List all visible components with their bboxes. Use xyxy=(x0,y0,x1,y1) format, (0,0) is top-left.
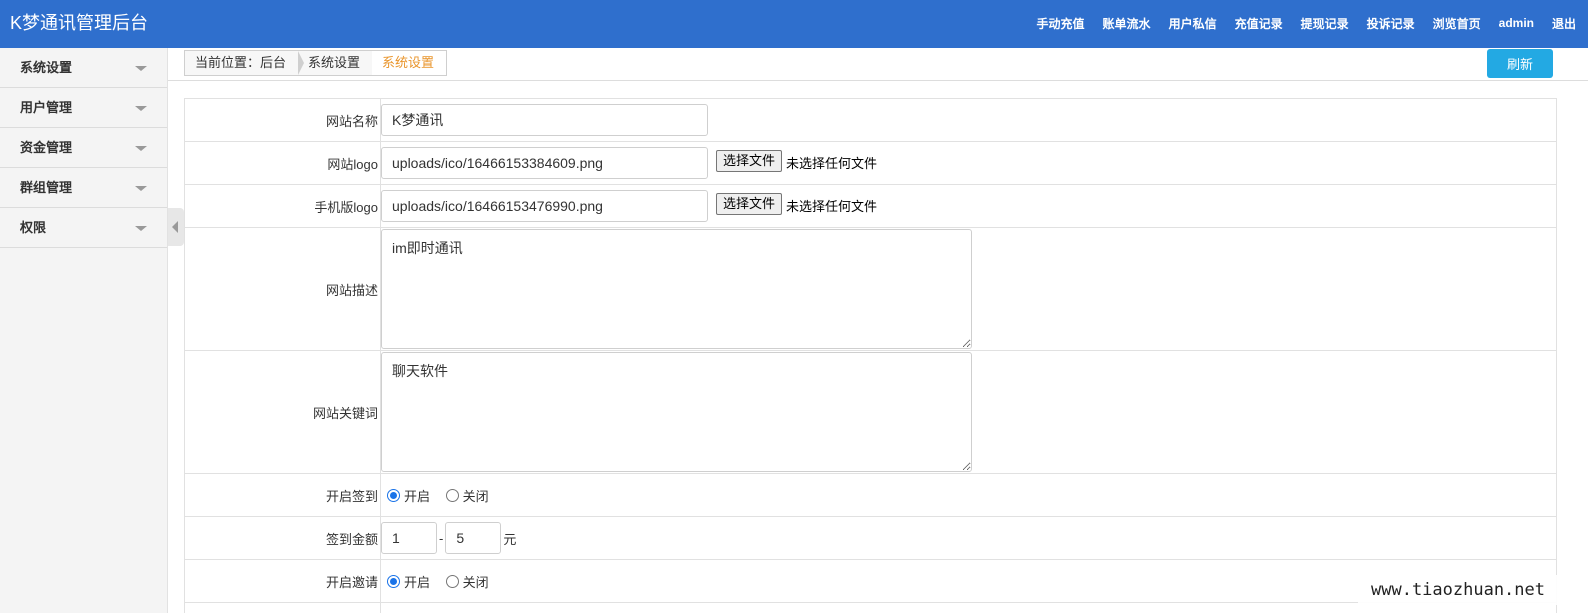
field-label: 开启邀请 xyxy=(184,559,381,603)
sidebar-item-group-management[interactable]: 群组管理 xyxy=(0,168,167,208)
breadcrumb: 当前位置：后台 系统设置 系统设置 xyxy=(184,50,448,76)
form-row-checkin-amount: 签到金额 - 元 xyxy=(184,516,1557,560)
nav-recharge-records[interactable]: 充值记录 xyxy=(1235,15,1283,32)
form-row-site-keywords: 网站关键词 聊天软件 xyxy=(184,350,1557,474)
invite-off-radio[interactable] xyxy=(445,574,459,588)
breadcrumb-current-location: 当前位置：后台 xyxy=(185,51,305,75)
sidebar-collapse-handle[interactable] xyxy=(168,208,184,246)
currency-unit: 元 xyxy=(503,531,517,547)
form-row-checkin: 开启签到 开启 关闭 xyxy=(184,473,1557,517)
form-row-site-logo: 网站logo 选择文件未选择任何文件 xyxy=(184,141,1557,185)
nav-logout[interactable]: 退出 xyxy=(1552,15,1576,32)
site-description-textarea[interactable]: im即时通讯 xyxy=(381,229,972,349)
chevron-down-icon xyxy=(135,66,147,71)
chevron-down-icon xyxy=(135,146,147,151)
field-label: 开启签到 xyxy=(184,473,381,517)
divider xyxy=(168,80,1588,81)
form-row-invite: 开启邀请 开启 关闭 xyxy=(184,559,1557,603)
checkin-max-amount-input[interactable] xyxy=(445,522,502,554)
choose-file-button[interactable]: 选择文件 xyxy=(716,193,783,215)
nav-bill-flow[interactable]: 账单流水 xyxy=(1103,15,1151,32)
choose-file-button[interactable]: 选择文件 xyxy=(716,150,783,172)
nav-browse-home[interactable]: 浏览首页 xyxy=(1433,15,1481,32)
radio-label: 关闭 xyxy=(462,574,489,590)
sidebar-item-label: 资金管理 xyxy=(20,140,73,155)
radio-label: 开启 xyxy=(404,488,431,504)
watermark: www.tiaozhuan.net xyxy=(1358,575,1558,605)
nav-complaint-records[interactable]: 投诉记录 xyxy=(1367,15,1415,32)
form-row-mobile-logo: 手机版logo 选择文件未选择任何文件 xyxy=(184,184,1557,228)
file-status-text: 未选择任何文件 xyxy=(786,156,878,171)
sidebar-item-label: 群组管理 xyxy=(20,180,73,195)
nav-admin-user[interactable]: admin xyxy=(1499,16,1534,30)
checkin-min-amount-input[interactable] xyxy=(381,522,437,554)
field-label: 网站描述 xyxy=(184,227,381,351)
nav-manual-recharge[interactable]: 手动充值 xyxy=(1037,15,1085,32)
sidebar-item-label: 用户管理 xyxy=(20,100,73,115)
brand-title: K梦通讯管理后台 xyxy=(10,13,149,33)
field-label: 网站名称 xyxy=(184,98,381,142)
field-label: 网站关键词 xyxy=(184,350,381,474)
site-name-input[interactable] xyxy=(381,104,708,136)
sidebar-item-label: 权限 xyxy=(20,220,47,235)
nav-withdraw-records[interactable]: 提现记录 xyxy=(1301,15,1349,32)
top-bar: K梦通讯管理后台 手动充值 账单流水 用户私信 充值记录 提现记录 投诉记录 浏… xyxy=(0,0,1588,48)
form-row-partial xyxy=(184,602,1557,613)
file-status-text: 未选择任何文件 xyxy=(786,199,878,214)
sidebar: 系统设置 用户管理 资金管理 群组管理 权限 xyxy=(0,48,168,613)
form-row-site-description: 网站描述 im即时通讯 xyxy=(184,227,1557,351)
checkin-off-radio[interactable] xyxy=(445,488,459,502)
chevron-down-icon xyxy=(135,106,147,111)
invite-on-radio[interactable] xyxy=(387,574,400,588)
refresh-button[interactable]: 刷新 xyxy=(1487,49,1553,78)
checkin-on-radio[interactable] xyxy=(387,488,400,502)
field-label: 网站logo xyxy=(184,141,381,185)
top-nav: 手动充值 账单流水 用户私信 充值记录 提现记录 投诉记录 浏览首页 admin… xyxy=(1019,0,1576,46)
sidebar-item-label: 系统设置 xyxy=(20,60,73,75)
breadcrumb-item-active: 系统设置 xyxy=(372,51,447,75)
radio-label: 关闭 xyxy=(462,488,489,504)
sidebar-item-permissions[interactable]: 权限 xyxy=(0,208,167,248)
field-label: 签到金额 xyxy=(184,516,381,560)
mobile-logo-path-input[interactable] xyxy=(381,190,708,222)
breadcrumb-item-system-settings[interactable]: 系统设置 xyxy=(298,51,379,75)
sidebar-item-user-management[interactable]: 用户管理 xyxy=(0,88,167,128)
site-keywords-textarea[interactable]: 聊天软件 xyxy=(381,352,972,472)
field-label: 手机版logo xyxy=(184,184,381,228)
chevron-down-icon xyxy=(135,226,147,231)
range-separator: - xyxy=(439,530,444,546)
form-row-site-name: 网站名称 xyxy=(184,98,1557,142)
site-logo-path-input[interactable] xyxy=(381,147,708,179)
radio-label: 开启 xyxy=(404,574,431,590)
settings-form: 网站名称 网站logo 选择文件未选择任何文件 手机版logo 选择文件未选择任… xyxy=(184,98,1557,613)
chevron-down-icon xyxy=(135,186,147,191)
nav-user-messages[interactable]: 用户私信 xyxy=(1169,15,1217,32)
sidebar-item-system-settings[interactable]: 系统设置 xyxy=(0,48,167,88)
sidebar-item-fund-management[interactable]: 资金管理 xyxy=(0,128,167,168)
